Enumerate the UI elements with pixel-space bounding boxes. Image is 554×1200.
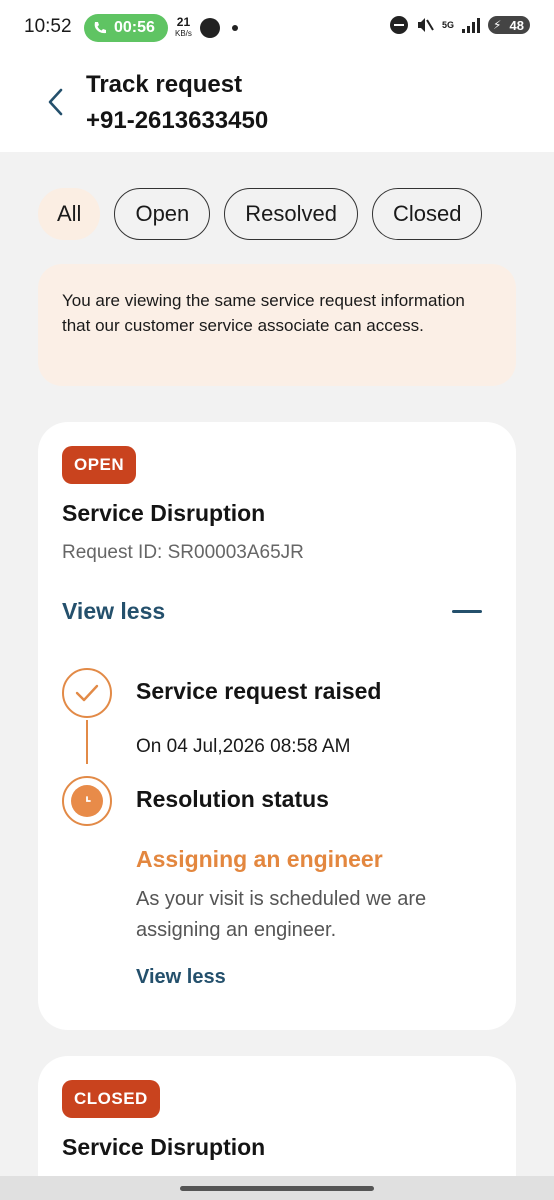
battery-level: 48 <box>509 17 524 33</box>
filter-closed[interactable]: Closed <box>372 188 483 240</box>
timeline-connector <box>86 720 88 764</box>
timeline-step-title: Resolution status <box>136 786 329 812</box>
more-notifications-dot <box>232 25 238 31</box>
home-gesture-handle[interactable] <box>180 1186 374 1191</box>
network-speed-unit: KB/s <box>175 29 192 38</box>
request-card: OPEN Service Disruption Request ID: SR00… <box>38 422 516 1030</box>
signal-strength-icon <box>462 17 480 33</box>
status-bar: 10:52 00:56 21 KB/s 5G ⚡ 48 <box>0 0 554 56</box>
filter-resolved[interactable]: Resolved <box>224 188 358 240</box>
timeline-step-title: Service request raised <box>136 678 382 704</box>
do-not-disturb-icon <box>389 16 408 34</box>
app-notification-icon <box>200 18 220 38</box>
filter-chips: All Open Resolved Closed <box>38 188 483 240</box>
chevron-left-icon <box>48 88 63 116</box>
request-id: Request ID: SR00003A65JR <box>62 542 304 563</box>
system-navigation-bar <box>0 1176 554 1200</box>
collapse-icon[interactable] <box>452 610 482 613</box>
phone-number: +91-2613633450 <box>86 107 269 134</box>
filter-all[interactable]: All <box>38 188 101 240</box>
status-time: 10:52 <box>24 16 72 37</box>
ongoing-call-pill[interactable]: 00:56 <box>84 14 168 42</box>
clock-icon <box>71 785 103 817</box>
request-title: Service Disruption <box>62 1134 266 1160</box>
network-speed-value: 21 <box>176 15 191 29</box>
clock-hands <box>86 796 91 802</box>
timeline-step-current <box>62 776 112 826</box>
mute-icon <box>417 18 434 32</box>
view-less-link[interactable]: View less <box>136 966 226 989</box>
filter-open[interactable]: Open <box>114 188 211 240</box>
resolution-description: As your visit is scheduled we are assign… <box>136 888 427 941</box>
timeline-step-done <box>62 668 112 718</box>
request-title: Service Disruption <box>62 500 266 526</box>
status-badge: CLOSED <box>62 1080 160 1118</box>
view-less-toggle[interactable]: View less <box>62 598 165 625</box>
charging-icon: ⚡ <box>493 18 502 32</box>
call-duration: 00:56 <box>114 19 155 36</box>
timeline-step-date: On 04 Jul,2026 08:58 AM <box>136 736 351 757</box>
phone-icon <box>94 22 106 34</box>
network-speed: 21 KB/s <box>175 16 192 40</box>
back-button[interactable] <box>40 82 70 122</box>
checkmark-icon <box>75 684 99 702</box>
network-type-label: 5G <box>441 19 454 30</box>
status-badge: OPEN <box>62 446 137 484</box>
battery-indicator: ⚡ 48 <box>488 16 530 34</box>
page-title: Track request <box>86 71 243 98</box>
app-header: Track request +91-2613633450 <box>0 56 554 152</box>
resolution-status-text: Assigning an engineer <box>136 846 383 872</box>
info-banner: You are viewing the same service request… <box>38 264 516 386</box>
